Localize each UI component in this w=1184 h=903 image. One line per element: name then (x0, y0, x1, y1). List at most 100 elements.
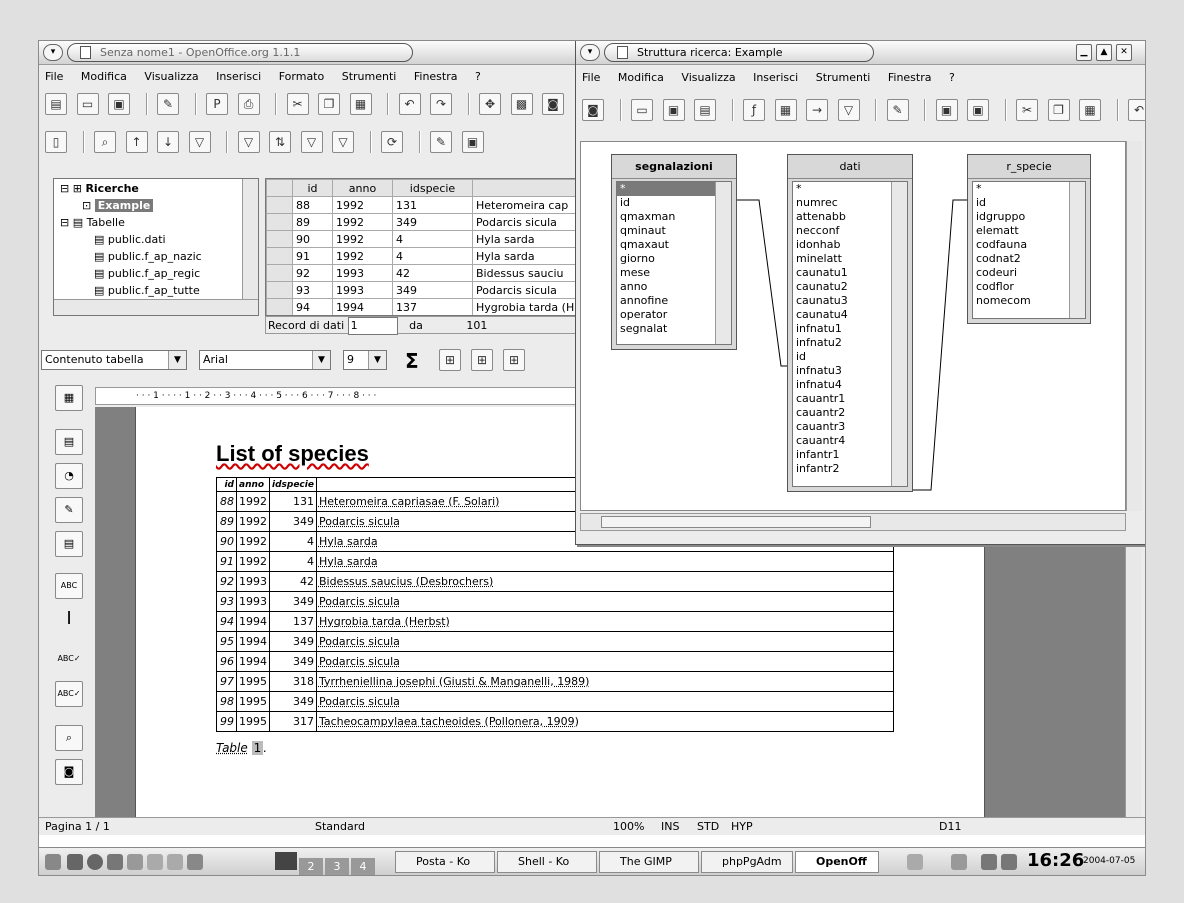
query-table-dati[interactable]: dati * numrec attenabb necconf idonhab m… (787, 154, 913, 492)
menu-file[interactable]: File (582, 71, 600, 84)
edit-icon[interactable]: ✎ (886, 99, 909, 121)
tree-node-example[interactable]: ⊡ Example (54, 197, 258, 214)
grid-col-header[interactable]: anno (332, 179, 393, 197)
tree-item-table[interactable]: ▤ public.f_ap_tutte (54, 282, 258, 299)
field-list-scrollbar[interactable] (715, 182, 731, 344)
save-icon[interactable]: ▣ (935, 99, 958, 121)
collapse-icon[interactable]: ⊟ (60, 216, 73, 229)
tree-node-tabelle[interactable]: ⊟ ▤ Tabelle (54, 214, 258, 231)
menu-inserisci[interactable]: Inserisci (753, 71, 798, 84)
collapse-icon[interactable]: ⊟ (60, 182, 73, 195)
paragraph-style-select[interactable]: Contenuto tabella ▼ (41, 350, 187, 370)
sort-ascending-icon[interactable]: ↑ (125, 131, 148, 153)
field-item[interactable]: infnatu3 (793, 364, 907, 378)
grid-row[interactable]: 89 1992 349 Podarcis sicula (266, 213, 584, 231)
sort-descending-icon[interactable]: ↓ (157, 131, 179, 153)
grid-row[interactable]: 90 1992 4 Hyla sarda (266, 230, 584, 248)
window-menu-icon[interactable]: ▾ (580, 44, 600, 61)
field-item[interactable]: infnatu1 (793, 322, 907, 336)
field-item[interactable]: minelatt (793, 252, 907, 266)
menu-file[interactable]: File (45, 70, 63, 83)
clock-date[interactable]: 2004-07-05 (1083, 856, 1135, 866)
status-zoom[interactable]: 100% (613, 818, 644, 835)
table-row[interactable]: 93 1993 349 Podarcis sicula (216, 591, 894, 612)
auto-spellcheck-icon[interactable]: ABC✓ (55, 681, 83, 707)
grid-row[interactable]: 92 1993 42 Bidessus sauciu (266, 264, 584, 282)
edit-autotext-icon[interactable]: ABC (55, 573, 83, 599)
clock-time[interactable]: 16:26 (1027, 850, 1084, 871)
network-icon[interactable] (127, 854, 143, 870)
query-table-title[interactable]: segnalazioni (612, 155, 736, 179)
field-item[interactable]: cauantr4 (793, 434, 907, 448)
gallery-icon[interactable]: ▩ (510, 93, 533, 115)
menu-finestra[interactable]: Finestra (888, 71, 932, 84)
tree-hscrollbar[interactable] (54, 299, 258, 315)
apply-filter-icon[interactable]: ▽ (300, 131, 323, 153)
table-row[interactable]: 94 1994 137 Hygrobia tarda (Herbst) (216, 611, 894, 632)
field-item[interactable]: anno (617, 280, 731, 294)
undo-icon[interactable]: ↶ (398, 93, 421, 115)
chevron-down-icon[interactable]: ▼ (168, 351, 186, 369)
field-item[interactable]: id (617, 196, 731, 210)
undo-icon[interactable]: ↶ (1128, 99, 1145, 121)
query-table-r-specie[interactable]: r_specie * id idgruppo elematt codfauna … (967, 154, 1091, 324)
font-size-select[interactable]: 9 ▼ (343, 350, 387, 370)
menu-visualizza[interactable]: Visualizza (681, 71, 735, 84)
explorer-icon[interactable]: ▯ (45, 131, 67, 153)
home-icon[interactable] (187, 854, 203, 870)
table-row[interactable]: 96 1994 349 Podarcis sicula (216, 651, 894, 672)
query-vscrollbar[interactable] (1126, 141, 1142, 511)
field-item[interactable]: qminaut (617, 224, 731, 238)
grid-row[interactable]: 91 1992 4 Hyla sarda (266, 247, 584, 265)
remove-filter-icon[interactable]: ▽ (332, 131, 354, 153)
status-hyperlink-mode[interactable]: HYP (731, 818, 753, 835)
distinct-values-icon[interactable]: ▽ (837, 99, 860, 121)
form-functions-icon[interactable]: ▤ (55, 531, 83, 557)
menu-modifica[interactable]: Modifica (81, 70, 127, 83)
lock-icon[interactable] (981, 854, 997, 870)
window-menu-icon[interactable]: ▾ (43, 44, 63, 61)
find-record-icon[interactable]: ⌕ (94, 131, 116, 153)
redo-icon[interactable]: ↷ (430, 93, 452, 115)
datasource-icon[interactable]: ◙ (542, 93, 564, 115)
save-record-icon[interactable]: ▣ (461, 131, 484, 153)
grid-row[interactable]: 93 1993 349 Podarcis sicula (266, 281, 584, 299)
new-document-icon[interactable]: ▤ (45, 93, 67, 115)
add-tables-icon[interactable]: ▤ (694, 99, 716, 121)
close-icon[interactable]: ✕ (1116, 44, 1132, 61)
query-titlebar[interactable]: ▾ Struttura ricerca: Example ▁ ▲ ✕ (576, 41, 1145, 65)
task-gimp[interactable]: The GIMP (599, 851, 699, 873)
refresh-icon[interactable]: ⟳ (381, 131, 403, 153)
sort-icon[interactable]: ⇅ (269, 131, 291, 153)
print-icon[interactable]: ⎙ (237, 93, 260, 115)
table-name-icon[interactable]: ▦ (774, 99, 797, 121)
field-item[interactable]: qmaxman (617, 210, 731, 224)
cut-icon[interactable]: ✂ (286, 93, 309, 115)
grid-col-header[interactable]: idspecie (392, 179, 473, 197)
field-item[interactable]: cauantr1 (793, 392, 907, 406)
field-item[interactable]: caunatu3 (793, 294, 907, 308)
menu-help[interactable]: ? (475, 70, 481, 83)
field-item[interactable]: cauantr2 (793, 406, 907, 420)
spellcheck-icon[interactable]: ABC✓ (55, 647, 83, 673)
status-insert-mode[interactable]: INS (661, 818, 679, 835)
field-item[interactable]: infnatu4 (793, 378, 907, 392)
field-item[interactable]: qmaxaut (617, 238, 731, 252)
tree-scrollbar[interactable] (242, 179, 258, 299)
menu-help[interactable]: ? (949, 71, 955, 84)
chevron-down-icon[interactable]: ▼ (312, 351, 330, 369)
table-row[interactable]: 98 1995 349 Podarcis sicula (216, 691, 894, 712)
menu-finestra[interactable]: Finestra (414, 70, 458, 83)
document-heading[interactable]: List of species (216, 441, 369, 467)
printer-icon[interactable] (951, 854, 967, 870)
field-item[interactable]: segnalat (617, 322, 731, 336)
table-row[interactable]: 95 1994 349 Podarcis sicula (216, 631, 894, 652)
grid-col-header[interactable]: id (292, 179, 333, 197)
grid-row[interactable]: 88 1992 131 Heteromeira cap (266, 196, 584, 214)
text-cursor-icon[interactable]: I (55, 607, 83, 633)
insert-columns-icon[interactable]: ⊞ (471, 349, 493, 371)
scroll-thumb[interactable] (601, 516, 871, 528)
tree-item-table[interactable]: ▤ public.f_ap_regic (54, 265, 258, 282)
insert-table-icon[interactable]: ▦ (55, 385, 83, 411)
insert-objects-icon[interactable]: ◔ (55, 463, 83, 489)
